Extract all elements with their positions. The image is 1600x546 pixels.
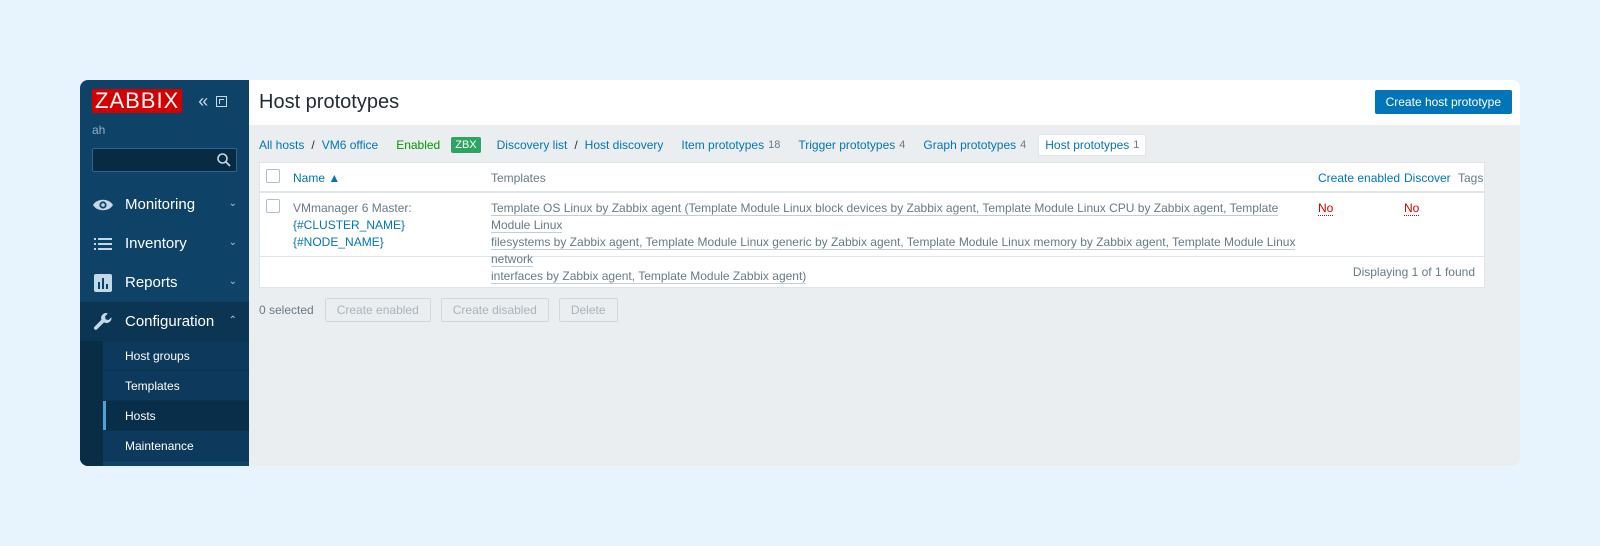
tab-host-prototypes[interactable]: Host prototypes 1 xyxy=(1038,134,1147,156)
results-count: Displaying 1 of 1 found xyxy=(1352,265,1475,279)
tab-label[interactable]: Host prototypes xyxy=(1045,138,1129,152)
tab-count: 18 xyxy=(768,139,781,151)
create-enabled-button[interactable]: Create enabled xyxy=(324,298,431,322)
breadcrumb-all-hosts[interactable]: All hosts xyxy=(259,138,304,152)
column-header-name[interactable]: Name ▲ xyxy=(293,171,340,185)
menu-item-configuration[interactable]: Configuration ⌃ xyxy=(80,302,249,341)
create-host-prototype-button[interactable]: Create host prototype xyxy=(1374,90,1512,114)
user-label: ah xyxy=(92,123,106,137)
menu-item-label: Configuration xyxy=(125,313,215,330)
zbx-availability-badge: ZBX xyxy=(451,137,481,153)
submenu-item-label: Maintenance xyxy=(125,438,194,453)
menu-item-label: Reports xyxy=(125,274,178,291)
page-header: Host prototypes Create host prototype xyxy=(249,80,1520,125)
sidebar: ZABBIX « ah Monitoring ⌄ Inventory ⌄ Rep… xyxy=(80,80,249,466)
menu-item-monitoring[interactable]: Monitoring ⌄ xyxy=(80,185,249,224)
host-status[interactable]: Enabled xyxy=(396,138,440,152)
menu-item-reports[interactable]: Reports ⌄ xyxy=(80,263,249,302)
column-header-create-enabled[interactable]: Create enabled xyxy=(1318,171,1400,185)
submenu-item-maintenance[interactable]: Maintenance xyxy=(103,431,249,461)
column-header-discover[interactable]: Discover xyxy=(1404,171,1451,185)
collapse-sidebar-icon[interactable]: « xyxy=(198,92,208,110)
chevron-up-icon: ⌃ xyxy=(228,315,237,326)
chevron-down-icon: ⌄ xyxy=(228,198,237,209)
submenu-item-label: Host groups xyxy=(125,348,190,363)
create-enabled-toggle[interactable]: No xyxy=(1318,201,1334,216)
main-menu: Monitoring ⌄ Inventory ⌄ Reports ⌄ Confi… xyxy=(80,185,249,461)
breadcrumb-discovery-rule[interactable]: Host discovery xyxy=(585,138,664,152)
host-name-prefix: VMmanager 6 Master: xyxy=(293,201,412,215)
table-header: Name ▲ Templates Create enabled Discover… xyxy=(260,163,1484,193)
discover-toggle[interactable]: No xyxy=(1404,201,1420,216)
menu-item-label: Inventory xyxy=(125,235,187,252)
host-name-macro[interactable]: {#CLUSTER_NAME} xyxy=(293,217,473,234)
wrench-icon xyxy=(92,311,114,333)
chevron-down-icon: ⌄ xyxy=(228,237,237,248)
host-prototypes-table: Name ▲ Templates Create enabled Discover… xyxy=(259,162,1485,288)
mass-actions-bar: 0 selected Create enabled Create disable… xyxy=(259,298,628,322)
menu-item-inventory[interactable]: Inventory ⌄ xyxy=(80,224,249,263)
submenu-item-templates[interactable]: Templates xyxy=(103,371,249,401)
breadcrumb-discovery-list[interactable]: Discovery list xyxy=(497,138,568,152)
discover-cell: No xyxy=(1404,200,1420,217)
breadcrumb-separator: / xyxy=(574,138,578,152)
tab-label[interactable]: Item prototypes xyxy=(681,138,764,152)
submenu-item-host-groups[interactable]: Host groups xyxy=(103,341,249,371)
zabbix-logo[interactable]: ZABBIX xyxy=(92,89,183,113)
chevron-down-icon: ⌄ xyxy=(228,276,237,287)
submenu-item-hosts[interactable]: Hosts xyxy=(103,401,249,431)
row-checkbox[interactable] xyxy=(266,199,280,213)
logo-row: ZABBIX « xyxy=(80,80,249,122)
breadcrumb-host[interactable]: VM6 office xyxy=(322,138,378,152)
column-header-tags: Tags xyxy=(1458,171,1484,185)
create-enabled-cell: No xyxy=(1318,200,1334,217)
menu-item-label: Monitoring xyxy=(125,196,196,213)
app-window: ZABBIX « ah Monitoring ⌄ Inventory ⌄ Rep… xyxy=(80,80,1520,466)
eye-icon xyxy=(92,194,114,216)
column-header-templates: Templates xyxy=(491,171,546,185)
create-disabled-button[interactable]: Create disabled xyxy=(440,298,549,322)
tab-item-prototypes[interactable]: Item prototypes 18 xyxy=(681,138,780,152)
select-all-checkbox[interactable] xyxy=(266,169,280,183)
page-title: Host prototypes xyxy=(259,91,400,113)
table-footer: Displaying 1 of 1 found xyxy=(260,257,1484,287)
selected-count: 0 selected xyxy=(259,303,314,317)
tab-count: 1 xyxy=(1133,139,1140,151)
configuration-submenu: Host groups Templates Hosts Maintenance xyxy=(80,341,249,461)
template-link[interactable]: Template OS Linux by Zabbix agent (Templ… xyxy=(491,201,1279,233)
sidebar-submenu-gutter xyxy=(80,340,103,466)
submenu-item-label: Templates xyxy=(125,378,180,393)
table-row: VMmanager 6 Master: {#CLUSTER_NAME} {#NO… xyxy=(260,193,1484,284)
tab-count: 4 xyxy=(899,139,906,151)
tab-trigger-prototypes[interactable]: Trigger prototypes 4 xyxy=(798,138,905,152)
tab-label[interactable]: Graph prototypes xyxy=(923,138,1016,152)
submenu-item-label: Hosts xyxy=(125,408,156,423)
tab-label[interactable]: Trigger prototypes xyxy=(798,138,895,152)
delete-button[interactable]: Delete xyxy=(558,298,618,322)
kiosk-mode-icon[interactable] xyxy=(216,95,228,107)
search-input[interactable] xyxy=(92,148,237,172)
main-content: Host prototypes Create host prototype Al… xyxy=(249,80,1520,466)
host-name-macro[interactable]: {#NODE_NAME} xyxy=(293,234,473,251)
chart-icon xyxy=(92,272,114,294)
tab-count: 4 xyxy=(1020,139,1027,151)
breadcrumb-separator: / xyxy=(311,138,315,152)
host-prototype-name[interactable]: VMmanager 6 Master: {#CLUSTER_NAME} {#NO… xyxy=(293,200,473,251)
list-icon xyxy=(92,233,114,255)
breadcrumb: All hosts / VM6 office Enabled ZBX Disco… xyxy=(259,134,1520,156)
search-icon[interactable] xyxy=(216,152,232,168)
tab-graph-prototypes[interactable]: Graph prototypes 4 xyxy=(923,138,1026,152)
